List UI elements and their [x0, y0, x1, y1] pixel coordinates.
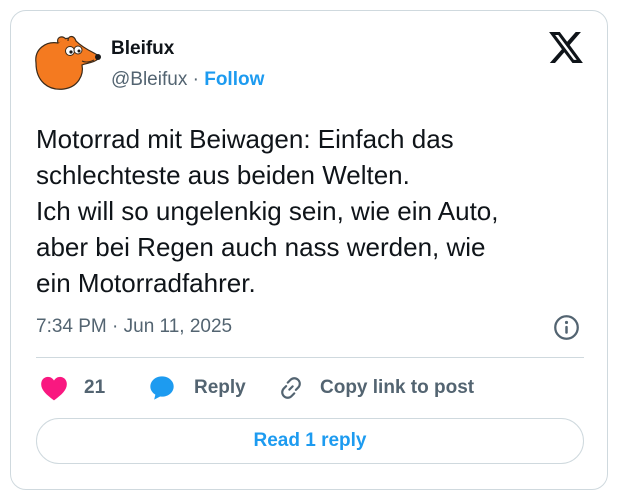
- like-count: 21: [84, 377, 106, 398]
- separator: ·: [192, 69, 199, 90]
- action-bar: 21 Reply Copy link to post: [36, 372, 584, 404]
- tweet-line: ein Motorradfahrer.: [36, 268, 256, 298]
- copy-link-button[interactable]: Copy link to post: [278, 372, 474, 404]
- read-replies-button[interactable]: Read 1 reply: [36, 418, 584, 464]
- like-button[interactable]: 21: [40, 372, 105, 404]
- tweet-line: Motorrad mit Beiwagen: Einfach das: [36, 124, 454, 154]
- tweet-line: Ich will so ungelenkig sein, wie ein Aut…: [36, 196, 499, 226]
- tweet-text: Motorrad mit Beiwagen: Einfach das schle…: [36, 121, 584, 301]
- heart-icon: [41, 376, 67, 401]
- info-icon[interactable]: [553, 314, 580, 341]
- author-name[interactable]: Bleifux: [111, 38, 264, 60]
- reply-button[interactable]: Reply: [148, 372, 246, 404]
- tweet-line: schlechteste aus beiden Welten.: [36, 160, 410, 190]
- copy-link-label: Copy link to post: [320, 377, 475, 398]
- divider: [36, 357, 584, 358]
- x-logo-icon[interactable]: [549, 32, 583, 63]
- handle-row: @Bleifux · Follow: [111, 69, 264, 91]
- read-replies-label: Read 1 reply: [253, 430, 367, 451]
- author-block: Bleifux @Bleifux · Follow: [111, 38, 264, 91]
- tweet-line: aber bei Regen auch nass werden, wie: [36, 232, 486, 262]
- timestamp[interactable]: 7:34 PM · Jun 11, 2025: [36, 315, 232, 339]
- avatar[interactable]: [28, 35, 102, 93]
- link-icon: [281, 377, 301, 399]
- follow-button[interactable]: Follow: [204, 69, 264, 90]
- speech-bubble-icon: [150, 376, 174, 400]
- author-handle[interactable]: @Bleifux: [111, 69, 187, 90]
- reply-label: Reply: [194, 377, 246, 398]
